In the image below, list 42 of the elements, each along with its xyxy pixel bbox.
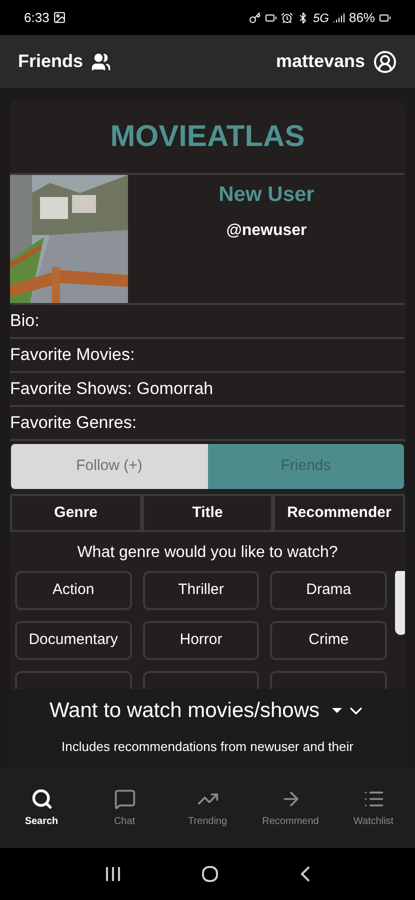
people-icon <box>91 52 112 72</box>
friends-button[interactable]: Friends <box>18 48 112 75</box>
genre-button[interactable]: Thriller <box>142 571 260 610</box>
alarm-icon <box>280 12 293 24</box>
profile-field: Bio: <box>10 308 40 334</box>
genre-button[interactable]: Crime <box>270 621 387 660</box>
profile-name: New User <box>218 182 314 208</box>
search-tab[interactable]: Title <box>142 494 274 532</box>
sheet-note: Includes recommendations from newuser and their <box>62 738 354 756</box>
nav-item[interactable]: Chat <box>83 788 166 828</box>
genre-question: What genre would you like to watch? <box>77 544 338 561</box>
account-button[interactable]: mattevans <box>276 48 397 75</box>
home-icon[interactable] <box>201 865 220 883</box>
nav-item[interactable]: Trending <box>166 788 249 828</box>
search-tab[interactable]: Genre <box>10 494 142 532</box>
genre-button[interactable]: Drama <box>270 571 387 610</box>
back-icon[interactable] <box>299 865 312 883</box>
follow-button[interactable]: Follow (+) <box>11 444 208 489</box>
battery-percent: 86% <box>348 8 375 27</box>
profile-field: Favorite Genres: <box>10 410 137 436</box>
profile-handle: @newuser <box>226 220 307 240</box>
caret-icon <box>332 708 342 714</box>
nav-item[interactable]: Recommend <box>249 788 332 828</box>
status-time: 6:33 <box>24 8 50 27</box>
app-title: MOVIEATLAS <box>110 119 305 155</box>
search-tab[interactable]: Recommender <box>273 494 406 532</box>
nav-item[interactable]: Search <box>0 788 83 828</box>
scrollbar <box>395 571 405 635</box>
watch-dropdown[interactable]: Want to watch movies/shows <box>50 695 366 726</box>
genre-button[interactable]: Horror <box>142 621 260 660</box>
genre-button[interactable]: Action <box>15 571 132 610</box>
battery-icon <box>379 12 391 24</box>
nav-item[interactable]: Watchlist <box>332 788 415 828</box>
key-icon <box>248 12 261 24</box>
chat-bubble-icon <box>114 788 136 810</box>
profile-field: Favorite Shows: Gomorrah <box>10 376 214 402</box>
genre-button[interactable]: Documentary <box>15 621 132 660</box>
search-icon <box>30 788 52 810</box>
account-icon <box>373 50 397 74</box>
network-type: 5G <box>312 10 329 26</box>
recent-apps-icon[interactable] <box>104 865 122 883</box>
profile-field: Favorite Movies: <box>10 342 135 368</box>
